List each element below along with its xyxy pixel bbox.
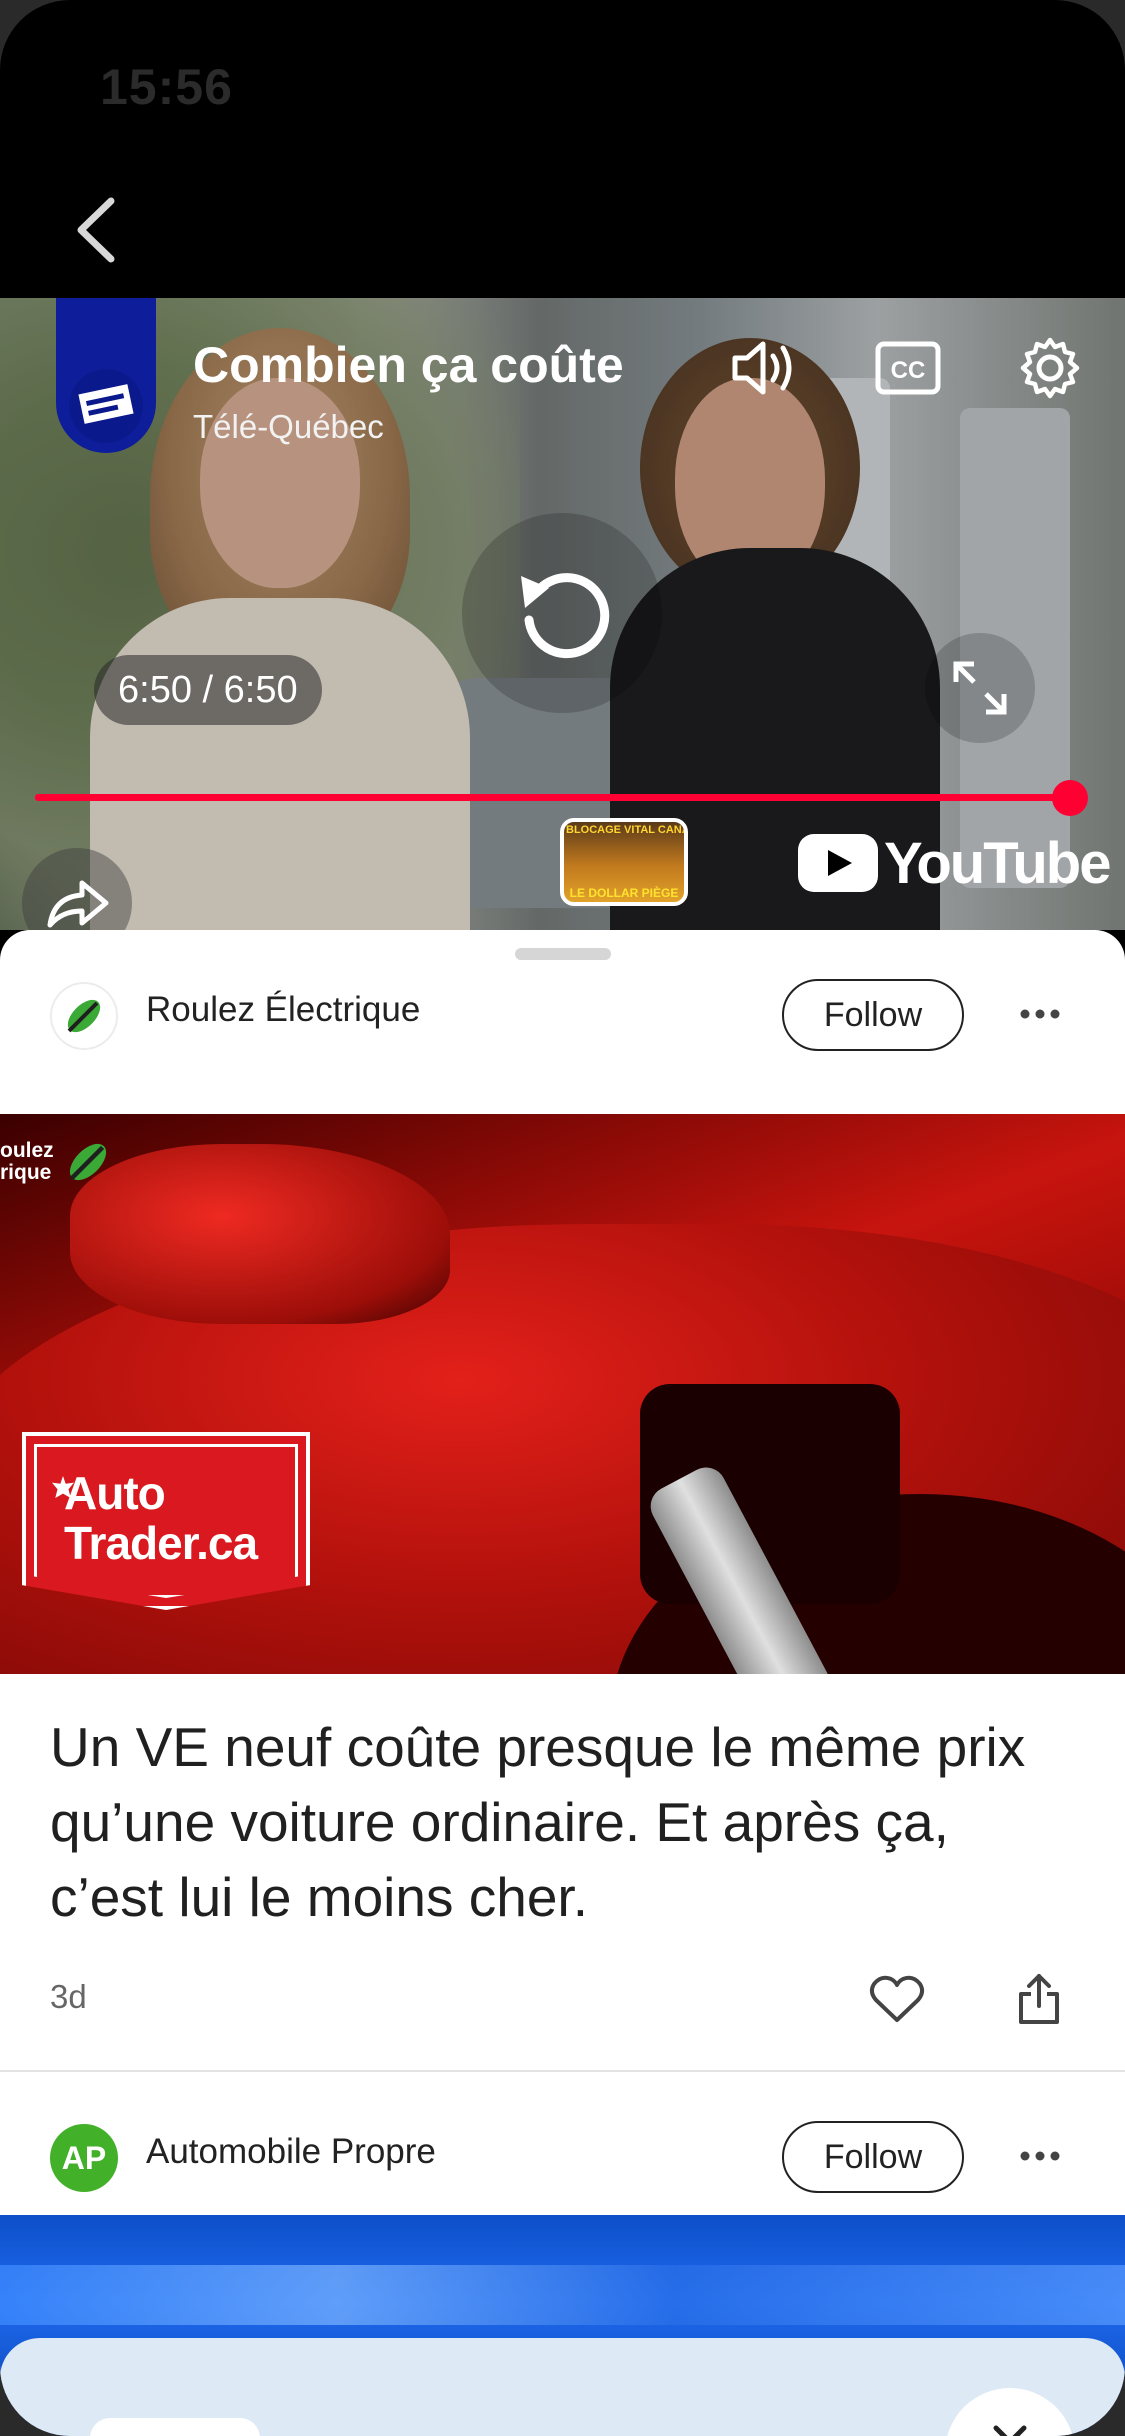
gear-icon <box>1020 337 1080 399</box>
replay-button[interactable] <box>462 513 662 713</box>
autotrader-logo: Auto Trader.ca <box>22 1432 310 1610</box>
volume-icon <box>732 341 792 395</box>
image-car-highlight <box>0 2265 1125 2325</box>
close-button[interactable] <box>945 2388 1075 2436</box>
fullscreen-icon <box>953 661 1007 715</box>
back-button[interactable] <box>60 190 130 270</box>
like-button[interactable] <box>862 1964 932 2034</box>
share-upload-icon <box>1019 1974 1059 2024</box>
article-image[interactable]: oulez rique Auto Trader.ca <box>0 1114 1125 1674</box>
share-button[interactable] <box>1004 1964 1074 2034</box>
tele-quebec-logo-icon <box>69 369 143 443</box>
video-progress-scrubber[interactable] <box>1052 780 1088 816</box>
fullscreen-button[interactable] <box>925 633 1035 743</box>
video-time-display: 6:50 / 6:50 <box>94 655 322 725</box>
suggested-video-thumbnail[interactable]: BLOCAGE VITAL CANADA LE DOLLAR PIÈGE <box>560 818 688 906</box>
follow-button[interactable]: Follow <box>782 979 964 1051</box>
autotrader-logo-text: Trader.ca <box>64 1517 258 1569</box>
replay-icon <box>521 573 610 659</box>
youtube-play-icon <box>798 834 878 892</box>
channel-logo[interactable] <box>56 298 156 453</box>
share-arrow-icon <box>47 880 109 928</box>
more-options-button[interactable] <box>1012 990 1068 1038</box>
thumbnail-caption-top: BLOCAGE VITAL CANADA <box>566 824 684 836</box>
bottom-panel-pill[interactable] <box>90 2418 260 2436</box>
article-headline[interactable]: Un VE neuf coûte presque le même prix qu… <box>50 1710 1050 1935</box>
more-dots-icon <box>1020 2151 1060 2161</box>
more-options-button[interactable] <box>1012 2132 1068 2180</box>
youtube-wordmark: YouTube <box>884 830 1111 896</box>
svg-text:CC: CC <box>891 357 926 384</box>
source-avatar[interactable]: AP <box>50 2124 118 2192</box>
news-feed-sheet[interactable]: Roulez Électrique Follow oulez rique Aut… <box>0 930 1125 2436</box>
watermark-text: oulez <box>0 1139 54 1162</box>
status-time: 15:56 <box>100 59 233 115</box>
thumbnail-caption-bottom: LE DOLLAR PIÈGE <box>569 886 679 900</box>
more-dots-icon <box>1020 1009 1060 1019</box>
autotrader-logo-text: Auto <box>64 1467 166 1519</box>
bottom-overlay-panel[interactable] <box>0 2338 1125 2436</box>
roulez-electrique-watermark: oulez rique <box>0 1134 116 1190</box>
leaf-icon <box>67 999 101 1033</box>
captions-button[interactable]: CC <box>868 328 948 408</box>
source-name[interactable]: Roulez Électrique <box>146 990 420 1030</box>
source-avatar[interactable] <box>50 982 118 1050</box>
phone-screen: 15:56 Combien ça coûte Télé-Québec CC 6:… <box>0 0 1125 2436</box>
source-name[interactable]: Automobile Propre <box>146 2132 436 2172</box>
image-car-mirror <box>70 1144 450 1324</box>
closed-captions-icon: CC <box>875 341 941 395</box>
article-meta-row: 3d <box>0 1960 1125 2040</box>
video-progress-bar[interactable] <box>35 794 1070 801</box>
leaf-icon <box>69 1143 106 1181</box>
heart-icon <box>869 1975 925 2022</box>
settings-button[interactable] <box>1010 328 1090 408</box>
video-title[interactable]: Combien ça coûte <box>193 336 653 394</box>
feed-divider <box>0 2070 1125 2072</box>
chevron-left-icon <box>77 197 115 263</box>
youtube-logo[interactable]: YouTube <box>798 828 1111 898</box>
volume-button[interactable] <box>725 328 805 408</box>
video-player[interactable]: Combien ça coûte Télé-Québec CC 6:50 / 6… <box>0 298 1125 930</box>
article-age: 3d <box>50 1978 87 2015</box>
close-icon <box>993 2425 1027 2436</box>
feed-source-row: AP Automobile Propre Follow <box>0 2096 1125 2212</box>
follow-button[interactable]: Follow <box>782 2121 964 2193</box>
feed-source-row: Roulez Électrique Follow <box>0 954 1125 1070</box>
video-channel-name[interactable]: Télé-Québec <box>193 408 384 446</box>
watermark-text: rique <box>0 1161 52 1184</box>
